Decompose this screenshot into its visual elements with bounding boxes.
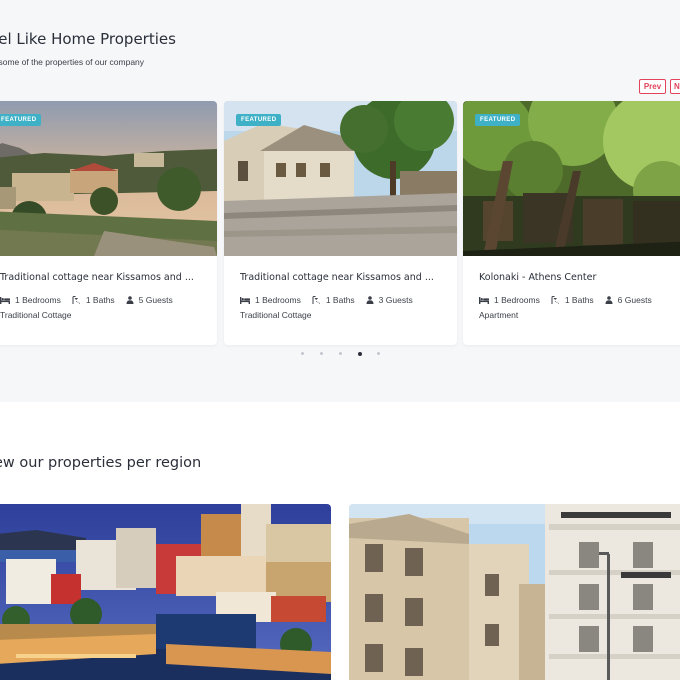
- bedrooms-info: 1 Bedrooms: [0, 295, 61, 305]
- carousel-dot[interactable]: [301, 352, 304, 355]
- bed-icon: [479, 296, 489, 304]
- property-meta: 1 Bedrooms 1 Baths 5 Guests: [0, 295, 184, 305]
- bedrooms-info: 1 Bedrooms: [240, 295, 301, 305]
- bedrooms-label: 1 Bedrooms: [494, 295, 540, 305]
- featured-badge: FEATURED: [0, 114, 42, 126]
- property-image[interactable]: FEATURED: [0, 101, 217, 256]
- bedrooms-info: 1 Bedrooms: [479, 295, 540, 305]
- carousel-dot[interactable]: [377, 352, 380, 355]
- carousel-dot[interactable]: [358, 351, 362, 356]
- guests-label: 6 Guests: [617, 295, 652, 305]
- property-card[interactable]: FEATURED Kolonaki - Athens Center 1 Bedr…: [463, 101, 680, 345]
- baths-info: 1 Baths: [312, 295, 355, 305]
- bed-icon: [240, 296, 250, 304]
- carousel-dot[interactable]: [320, 352, 323, 355]
- user-icon: [126, 296, 134, 304]
- carousel-dot[interactable]: [339, 352, 342, 355]
- featured-section: eel Like Home Properties w some of the p…: [0, 0, 680, 402]
- bath-icon: [312, 295, 320, 304]
- baths-label: 1 Baths: [325, 295, 355, 305]
- guests-info: 6 Guests: [605, 295, 652, 305]
- bed-icon: [0, 296, 10, 304]
- property-image[interactable]: FEATURED: [224, 101, 457, 256]
- region-section-title: ew our properties per region: [0, 455, 202, 471]
- baths-label: 1 Baths: [85, 295, 115, 305]
- property-title[interactable]: Kolonaki - Athens Center: [479, 272, 680, 283]
- property-type: Traditional Cottage: [0, 310, 72, 320]
- carousel-prev-button[interactable]: Prev: [639, 79, 666, 94]
- user-icon: [605, 296, 613, 304]
- baths-label: 1 Baths: [564, 295, 594, 305]
- featured-badge: FEATURED: [236, 114, 282, 126]
- property-card[interactable]: FEATURED Traditional cottage near Kissam…: [224, 101, 457, 345]
- property-title[interactable]: Traditional cottage near Kissamos and ..…: [0, 272, 205, 283]
- carousel-next-button[interactable]: N: [670, 79, 680, 94]
- guests-info: 5 Guests: [126, 295, 173, 305]
- property-meta: 1 Bedrooms 1 Baths 6 Guests: [479, 295, 663, 305]
- carousel-dots: [0, 351, 680, 358]
- user-icon: [366, 296, 374, 304]
- property-type: Traditional Cottage: [240, 310, 312, 320]
- guests-label: 5 Guests: [138, 295, 173, 305]
- bedrooms-label: 1 Bedrooms: [15, 295, 61, 305]
- region-card[interactable]: [0, 504, 331, 680]
- section-title: eel Like Home Properties: [0, 30, 176, 48]
- featured-badge: FEATURED: [475, 114, 521, 126]
- guests-info: 3 Guests: [366, 295, 413, 305]
- guests-label: 3 Guests: [378, 295, 413, 305]
- baths-info: 1 Baths: [551, 295, 594, 305]
- bath-icon: [72, 295, 80, 304]
- property-card[interactable]: FEATURED Traditional cottage near Kissam…: [0, 101, 217, 345]
- property-type: Apartment: [479, 310, 519, 320]
- section-subtitle: w some of the properties of our company: [0, 57, 145, 67]
- bedrooms-label: 1 Bedrooms: [255, 295, 301, 305]
- property-image[interactable]: FEATURED: [463, 101, 680, 256]
- bath-icon: [551, 295, 559, 304]
- baths-info: 1 Baths: [72, 295, 115, 305]
- region-card[interactable]: [349, 504, 680, 680]
- property-title[interactable]: Traditional cottage near Kissamos and ..…: [240, 272, 445, 283]
- property-meta: 1 Bedrooms 1 Baths 3 Guests: [240, 295, 424, 305]
